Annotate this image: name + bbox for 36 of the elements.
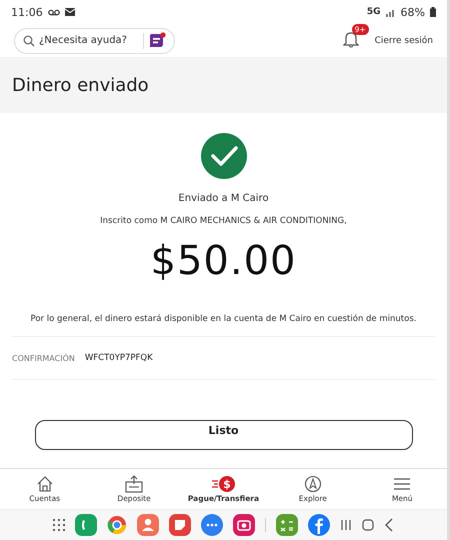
confirmation-label: CONFIRMACIÓN (12, 354, 75, 362)
status-time: 11:06 (11, 6, 43, 18)
battery-icon (430, 7, 436, 17)
house-icon (36, 475, 54, 493)
voicemail-icon (48, 8, 60, 16)
camera-app-icon[interactable] (233, 514, 255, 536)
facebook-app-icon[interactable] (308, 514, 330, 536)
home-button-icon[interactable] (362, 519, 374, 531)
compass-icon (304, 475, 322, 493)
phone-app-icon[interactable] (75, 514, 97, 536)
battery-level: 68% (400, 6, 425, 18)
recipient-text: Enviado a M Cairo (178, 193, 269, 204)
search-bar[interactable]: ¿Necesita ayuda? (14, 28, 175, 54)
deposit-icon (124, 475, 144, 493)
done-button[interactable]: Listo (34, 420, 412, 450)
search-field[interactable]: ¿Necesita ayuda? (39, 35, 139, 46)
confirmation-code: WFCT0YP7PFQK (84, 353, 153, 363)
amount-text: $50.00 (150, 238, 296, 284)
page-title: Dinero enviado (12, 74, 149, 96)
mail-icon (64, 8, 75, 16)
browser-app-icon[interactable] (107, 515, 127, 535)
enrolled-text: Inscrito como M CAIRO MECHANICS & AIR CONDITIONING, (100, 216, 347, 226)
back-icon[interactable] (384, 518, 394, 532)
signal-icon (386, 8, 396, 16)
network-label: 5G (366, 7, 381, 17)
availability-note: Por lo general, el dinero estará disponible en la cuenta de M Cairo en cuestión de minutos. (30, 314, 416, 324)
app-grid-icon[interactable] (53, 519, 65, 531)
notes-app-icon[interactable] (169, 514, 191, 536)
success-check-icon (200, 133, 246, 179)
logout-link[interactable]: Cierre sesión (374, 36, 433, 46)
search-icon (23, 34, 35, 46)
recent-apps-icon[interactable] (340, 519, 352, 531)
contacts-app-icon[interactable] (137, 514, 159, 536)
calculator-app-icon[interactable] (276, 514, 298, 536)
chat-assistant-icon[interactable] (148, 32, 166, 50)
messages-app-icon[interactable] (201, 514, 223, 536)
